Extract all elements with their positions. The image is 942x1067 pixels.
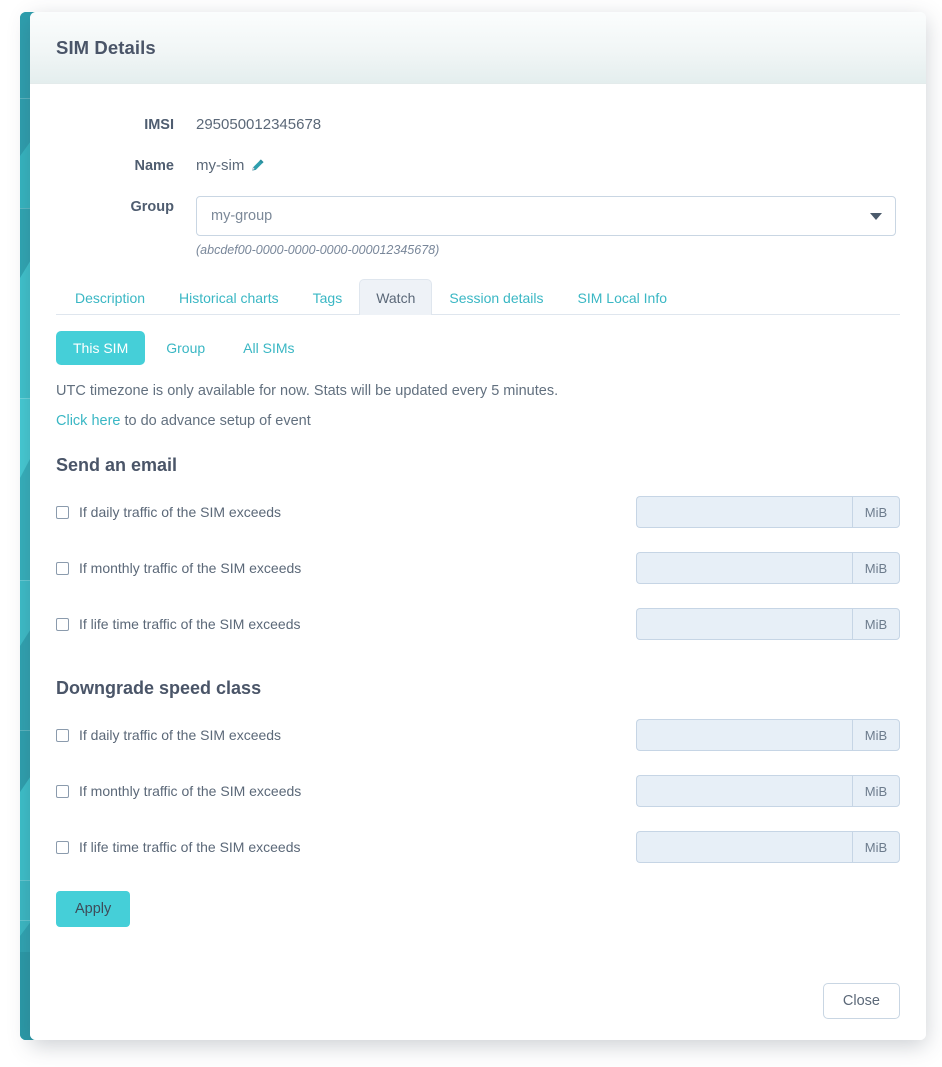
unit-downgrade-lifetime: MiB xyxy=(852,831,900,863)
row-downgrade-lifetime: If life time traffic of the SIM exceeds … xyxy=(56,819,900,875)
label-downgrade-daily: If daily traffic of the SIM exceeds xyxy=(79,727,282,743)
input-email-lifetime[interactable] xyxy=(636,608,852,640)
input-downgrade-lifetime[interactable] xyxy=(636,831,852,863)
group-select[interactable]: my-group xyxy=(196,196,896,236)
row-email-daily: If daily traffic of the SIM exceeds MiB xyxy=(56,484,900,540)
checkbox-email-daily[interactable] xyxy=(56,505,69,519)
name-row: Name my-sim xyxy=(56,155,900,174)
name-value-wrap: my-sim xyxy=(196,155,265,174)
checkbox-email-monthly[interactable] xyxy=(56,561,69,575)
input-downgrade-monthly[interactable] xyxy=(636,775,852,807)
input-group-email-monthly: MiB xyxy=(636,552,900,584)
tab-sim-local-info[interactable]: SIM Local Info xyxy=(561,279,685,315)
imsi-row: IMSI 295050012345678 xyxy=(56,114,900,133)
modal-footer: Close xyxy=(30,962,926,1040)
scope-pill-group: This SIM Group All SIMs xyxy=(56,331,900,365)
checkbox-downgrade-daily[interactable] xyxy=(56,728,69,742)
name-value: my-sim xyxy=(196,157,245,174)
group-uuid: (abcdef00-0000-0000-0000-000012345678) xyxy=(196,243,440,257)
pill-this-sim[interactable]: This SIM xyxy=(56,331,146,365)
tab-session-details[interactable]: Session details xyxy=(432,279,560,315)
unit-downgrade-monthly: MiB xyxy=(852,775,900,807)
tab-historical-charts[interactable]: Historical charts xyxy=(162,279,296,315)
label-email-daily: If daily traffic of the SIM exceeds xyxy=(79,504,282,520)
input-email-monthly[interactable] xyxy=(636,552,852,584)
modal-body: IMSI 295050012345678 Name my-sim Group m… xyxy=(30,84,926,927)
section-title-downgrade-speed-class: Downgrade speed class xyxy=(56,678,262,698)
row-email-monthly: If monthly traffic of the SIM exceeds Mi… xyxy=(56,540,900,596)
checkbox-downgrade-lifetime[interactable] xyxy=(56,840,69,854)
input-group-email-lifetime: MiB xyxy=(636,608,900,640)
label-downgrade-monthly: If monthly traffic of the SIM exceeds xyxy=(79,783,302,799)
sim-details-modal: SIM Details IMSI 295050012345678 Name my… xyxy=(30,12,926,1040)
chevron-down-icon xyxy=(870,213,882,220)
row-email-lifetime: If life time traffic of the SIM exceeds … xyxy=(56,596,900,652)
group-select-value[interactable]: my-group xyxy=(196,196,896,236)
section-title-send-an-email: Send an email xyxy=(56,455,178,475)
unit-email-daily: MiB xyxy=(852,496,900,528)
advance-setup-line: Click here to do advance setup of event xyxy=(56,413,900,429)
label-email-lifetime: If life time traffic of the SIM exceeds xyxy=(79,616,301,632)
checkbox-email-lifetime[interactable] xyxy=(56,617,69,631)
detail-tabs: Description Historical charts Tags Watch… xyxy=(56,279,900,315)
input-group-email-daily: MiB xyxy=(636,496,900,528)
input-group-downgrade-daily: MiB xyxy=(636,719,900,751)
modal-header: SIM Details xyxy=(30,12,926,84)
unit-email-monthly: MiB xyxy=(852,552,900,584)
row-downgrade-daily: If daily traffic of the SIM exceeds MiB xyxy=(56,707,900,763)
apply-button[interactable]: Apply xyxy=(56,891,131,927)
page-title: SIM Details xyxy=(56,36,156,58)
input-group-downgrade-lifetime: MiB xyxy=(636,831,900,863)
page-root: SIM Details IMSI 295050012345678 Name my… xyxy=(0,0,942,1067)
label-downgrade-lifetime: If life time traffic of the SIM exceeds xyxy=(79,839,301,855)
input-email-daily[interactable] xyxy=(636,496,852,528)
group-label: Group xyxy=(130,199,175,215)
input-group-downgrade-monthly: MiB xyxy=(636,775,900,807)
timezone-note: UTC timezone is only available for now. … xyxy=(56,383,559,399)
tab-watch[interactable]: Watch xyxy=(359,279,433,315)
close-button[interactable]: Close xyxy=(822,983,900,1019)
tab-description[interactable]: Description xyxy=(58,279,162,315)
tab-tags[interactable]: Tags xyxy=(296,279,360,315)
label-email-monthly: If monthly traffic of the SIM exceeds xyxy=(79,560,302,576)
pencil-icon[interactable] xyxy=(250,158,265,173)
group-row: Group my-group (abcdef00-0000-0000-0000-… xyxy=(56,196,900,257)
advance-setup-suffix: to do advance setup of event xyxy=(124,413,311,429)
imsi-value: 295050012345678 xyxy=(196,116,322,133)
pill-all-sims[interactable]: All SIMs xyxy=(226,331,311,365)
row-downgrade-monthly: If monthly traffic of the SIM exceeds Mi… xyxy=(56,763,900,819)
advance-setup-link[interactable]: Click here xyxy=(56,413,120,429)
unit-email-lifetime: MiB xyxy=(852,608,900,640)
pill-group[interactable]: Group xyxy=(149,331,222,365)
input-downgrade-daily[interactable] xyxy=(636,719,852,751)
unit-downgrade-daily: MiB xyxy=(852,719,900,751)
checkbox-downgrade-monthly[interactable] xyxy=(56,784,69,798)
imsi-label: IMSI xyxy=(144,117,174,133)
name-label: Name xyxy=(134,158,175,174)
